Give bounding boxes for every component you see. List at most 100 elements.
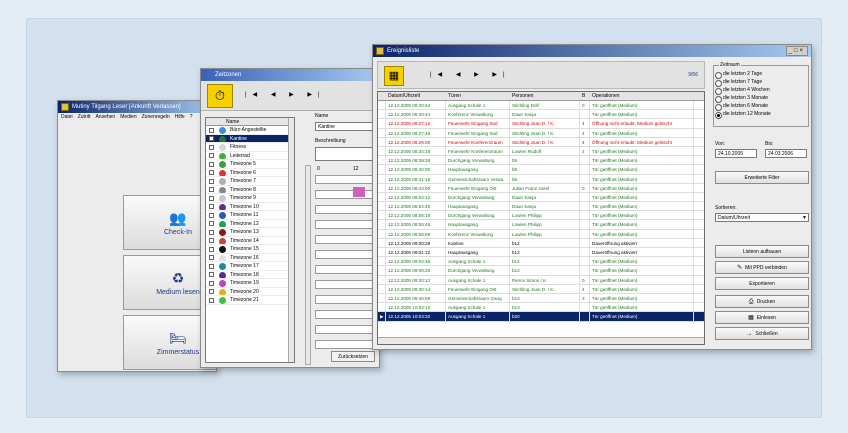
event-grid[interactable]: Datum/Uhrzeit Türen Personen B Operationen 1… [377,91,705,345]
period-radio[interactable]: die letzten 2 Tage [714,70,808,79]
timezone-row[interactable]: Timezone 18 [206,271,294,279]
row-checkbox[interactable] [209,212,214,218]
menu-item[interactable]: Datei [61,114,73,120]
timezone-row[interactable]: Timezone 9 [206,194,294,203]
table-row[interactable]: 12.12.2005 09:30:12 Ausgang Schale 1 Pierc… [378,275,704,285]
period-radio[interactable]: die letzten 7 Tage [714,78,808,87]
table-row[interactable]: 12.12.2005 08:20:44 Ausgang Schale 1 Stich… [378,101,704,111]
table-row[interactable]: ▶ 12.12.2005 10:03:32 Ausgang Schale 1 b20 T… [378,312,704,322]
table-row[interactable]: 12.12.2005 10:02:12 Ausgang Schale 1 b13 Tü… [378,303,704,313]
menu-item[interactable]: Medien [120,114,136,120]
from-date-field[interactable]: 24.10.2005 [715,149,757,158]
column-header[interactable]: Operationen [590,92,694,100]
schedule-slot[interactable] [315,325,375,334]
timezone-row[interactable]: Büro Angestellte [206,126,294,135]
timezone-row[interactable]: Timezone 8 [206,186,294,194]
timezone-row[interactable]: Timezone 6 [206,169,294,177]
event-grid-hscrollbar[interactable] [378,337,704,344]
column-header[interactable]: Türen [446,92,510,100]
table-row[interactable]: 12.12.2005 08:54:48 Hauptausgang Daun Sanj… [378,202,704,212]
row-checkbox[interactable] [209,229,214,235]
table-row[interactable]: 12.12.2005 08:55:16 Durchgang Verwaltung L… [378,211,704,221]
table-row[interactable]: 12.12.2005 08:27:48 Feuerwehr Eingang Süd… [378,128,704,138]
table-row[interactable]: 12.12.2005 08:29:00 Feuerwehr Konferenzra… [378,137,704,147]
timezone-row[interactable]: Timezone 19 [206,279,294,288]
table-row[interactable]: 12.12.2005 08:54:12 Durchgang Verwaltung D… [378,192,704,203]
row-checkbox[interactable] [209,161,214,167]
row-checkbox[interactable] [209,297,214,303]
schedule-slot[interactable] [315,340,375,349]
timezone-row[interactable]: Fitness [206,143,294,152]
reset-button[interactable]: Zurücksetzen [331,351,375,362]
table-row[interactable]: 12.12.2005 08:55:46 Hauptausgang Lowien Ph… [378,220,704,230]
row-checkbox[interactable] [209,280,214,286]
column-header[interactable]: Personen [510,92,580,100]
menu-item[interactable]: Ansehen [95,114,115,120]
table-row[interactable]: 12.12.2005 08:40:00 Hauptausgang b5 Tür geö… [378,165,704,175]
row-checkbox[interactable] [209,263,214,269]
name-field[interactable]: Kantine [315,122,375,131]
table-row[interactable]: 12.12.2005 08:41:16 Gemeinschaftsraum Ver… [378,174,704,184]
menu-item[interactable]: Zutritt [78,114,91,120]
to-date-field[interactable]: 24.03.2006 [765,149,807,158]
main-window-titlebar[interactable]: Mutiny Tilgang Leser [Ankunft Verlassen] [58,101,216,113]
row-checkbox[interactable] [209,246,214,252]
table-row[interactable]: 12.12.2005 08:43:00 Feuerwehr Eingang Ost… [378,183,704,193]
row-checkbox[interactable] [209,255,214,260]
timezone-row[interactable]: Timezone 12 [206,220,294,228]
row-checkbox[interactable] [209,127,214,133]
table-row[interactable]: 12.12.2005 09:30:14 Feuerwehr Eingang Ost… [378,284,704,294]
menu-item[interactable]: ? [190,114,193,120]
row-checkbox[interactable] [209,289,214,294]
row-checkbox[interactable] [209,204,214,209]
schedule-slot[interactable] [315,205,375,214]
row-checkbox[interactable] [209,136,214,141]
column-header[interactable] [378,92,386,100]
period-radio[interactable]: die letzten 4 Wochen [714,86,808,95]
timezone-row[interactable]: Timezone 16 [206,254,294,262]
action-button[interactable]: Listenn aufbauen [715,245,809,258]
timezone-row[interactable]: Timezone 5 [206,160,294,169]
schedule-slot[interactable] [315,265,375,274]
table-row[interactable]: 12.12.2005 08:39:26 Durchgang Verwaltung b… [378,156,704,166]
timezone-row[interactable]: Timezone 14 [206,237,294,245]
timezone-row[interactable]: Timezone 20 [206,288,294,296]
row-checkbox[interactable] [209,272,214,277]
timezone-list-scrollbar[interactable] [288,118,294,362]
timezone-row[interactable]: Timezone 10 [206,203,294,211]
schedule-scrollbar[interactable] [305,165,311,365]
row-checkbox[interactable] [209,238,214,243]
row-checkbox[interactable] [209,170,214,175]
column-header[interactable]: Datum/Uhrzeit [386,92,446,100]
timezone-row[interactable]: Timezone 13 [206,228,294,237]
menu-item[interactable]: Zonenregeln [142,114,170,120]
row-checkbox[interactable] [209,144,214,150]
timezone-row[interactable]: Timezone 11 [206,211,294,220]
period-radio[interactable]: die letzten 6 Monate [714,102,808,111]
period-radio[interactable]: die letzten 12 Monate [714,110,808,119]
action-button[interactable]: Exportieren [715,277,809,290]
description-field[interactable] [315,147,375,161]
table-row[interactable]: 12.12.2005 09:01:12 Hauptausgang b12 Dauerö… [378,248,704,258]
sort-select[interactable]: Datum/Uhrzeit ▼ [715,213,809,222]
schedule-slot[interactable] [315,175,375,184]
schedule-block[interactable] [353,187,365,197]
table-row[interactable]: 12.12.2005 08:27:12 Feuerwehr Eingang Süd… [378,119,704,129]
menu-item[interactable]: Hilfe [175,114,185,120]
table-row[interactable]: 12.12.2005 08:55:58 Konferenz Verwaltung L… [378,229,704,239]
table-row[interactable]: 12.12.2005 09:04:46 Ausgang Schale 1 b12 Tü… [378,257,704,267]
schedule-slot[interactable] [315,295,375,304]
row-checkbox[interactable] [209,221,214,226]
event-record-navigator[interactable]: |◀ ◀ ▶ ▶| [430,71,511,78]
row-checkbox[interactable] [209,187,214,192]
schedule-slot[interactable] [315,280,375,289]
action-button[interactable]: ▦ Einlesen [715,311,809,324]
timezone-row[interactable]: Leiterrad [206,152,294,160]
window-controls[interactable]: _□× [785,46,808,56]
row-checkbox[interactable] [209,153,214,158]
timezone-list[interactable]: Name Büro Angestellte Kantine Fitness Leite… [205,117,295,363]
schedule-slot[interactable] [315,235,375,244]
schedule-slot[interactable] [315,310,375,319]
column-header[interactable]: B [580,92,590,100]
table-row[interactable]: 12.12.2005 08:34:16 Feuerwehr Konferenzra… [378,146,704,157]
